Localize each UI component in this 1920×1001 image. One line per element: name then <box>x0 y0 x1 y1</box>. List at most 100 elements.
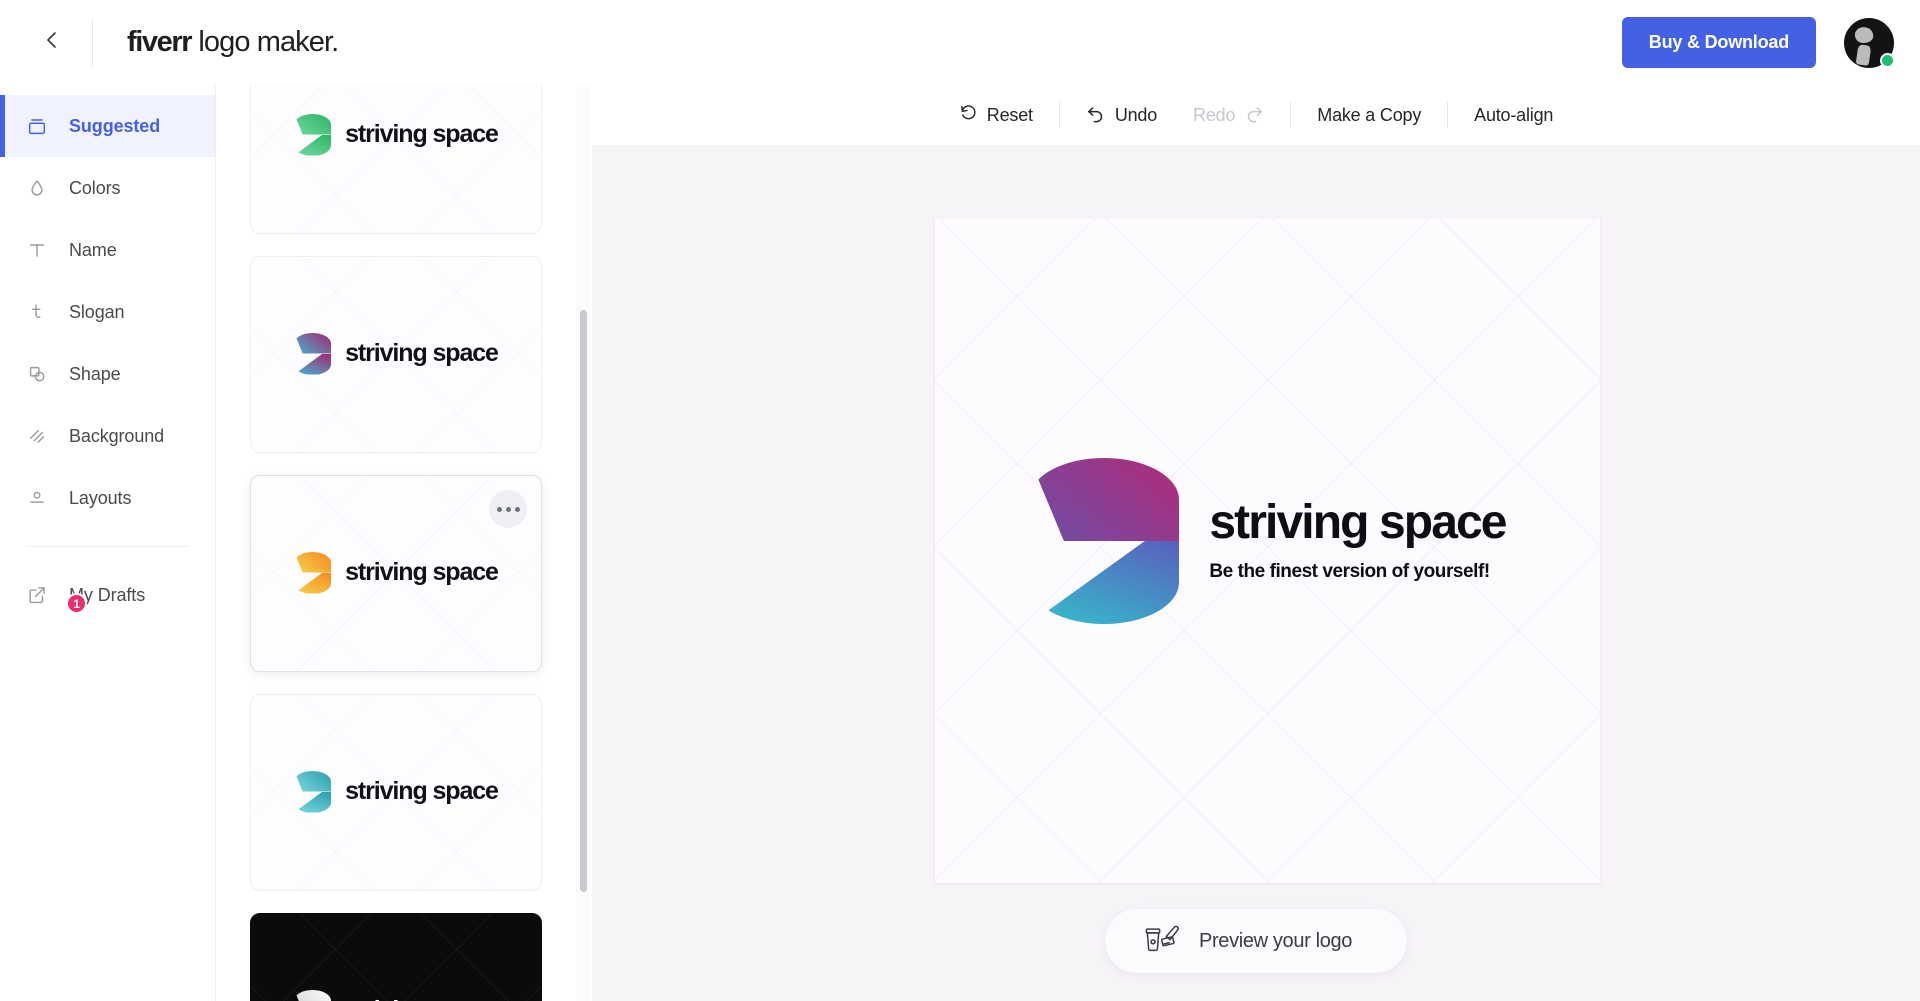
edit-square-icon: 1 <box>26 584 87 614</box>
logo-mark-top-half <box>294 332 332 354</box>
logo-composition[interactable]: striving space Be the finest version of … <box>935 458 1600 624</box>
logo-variation-card[interactable]: striving space <box>250 694 542 891</box>
sidebar-item-label: Shape <box>69 363 121 384</box>
buy-and-download-button[interactable]: Buy & Download <box>1621 17 1816 68</box>
logo-mark-icon <box>294 551 332 594</box>
logo-composition: striving space <box>294 551 499 594</box>
shapes-icon <box>26 363 52 385</box>
suggested-card-icon <box>26 115 52 137</box>
logo-composition: striving space <box>294 113 499 156</box>
logo-name-text: striving space <box>345 339 499 367</box>
brand-fiverr: fiverr <box>127 26 193 58</box>
logo-mark-top-half <box>294 113 332 135</box>
make-a-copy-button[interactable]: Make a Copy <box>1299 98 1439 133</box>
text-t-icon <box>26 239 52 261</box>
logo-text-block[interactable]: striving space Be the finest version of … <box>1209 499 1507 583</box>
logo-mark-icon <box>294 989 332 1001</box>
logo-name-text: striving space <box>345 996 499 1001</box>
layout-pin-icon <box>26 487 52 509</box>
brand-logo-maker: logo maker. <box>191 26 339 58</box>
editor-toolbar: Reset Undo Redo Make a Copy Auto-align <box>592 85 1920 145</box>
toolbar-divider <box>1290 102 1292 128</box>
logo-mark-top-half <box>294 770 332 792</box>
redo-arrow-icon <box>1244 103 1264 128</box>
logo-mark-bottom-half <box>294 572 332 594</box>
lowercase-t-icon <box>26 301 52 323</box>
sidebar-item-layouts[interactable]: Layouts <box>0 467 215 529</box>
reset-label: Reset <box>986 104 1033 125</box>
sidebar-item-label: Suggested <box>69 115 161 136</box>
logo-variation-card[interactable]: striving space <box>250 256 542 453</box>
diagonal-lines-icon <box>26 425 52 447</box>
sidebar-item-shape[interactable]: Shape <box>0 343 215 405</box>
logo-mark-bottom-half <box>294 353 332 375</box>
menu-dot <box>496 506 502 512</box>
logo-name-text[interactable]: striving space <box>1209 499 1507 547</box>
variation-menu-button[interactable] <box>489 490 527 528</box>
sidebar-item-label: Name <box>69 239 117 260</box>
toolbar-divider <box>1447 102 1449 128</box>
sidebar-item-my-drafts[interactable]: 1 My Drafts <box>0 564 215 626</box>
header-actions: Buy & Download <box>1621 17 1895 68</box>
logo-variation-card[interactable]: striving space <box>250 85 542 234</box>
online-status-dot <box>1880 52 1895 68</box>
logo-mark-bottom-half <box>1029 541 1180 624</box>
app-header: fiverr logo maker. Buy & Download <box>0 0 1920 85</box>
logo-mark-icon <box>294 770 332 813</box>
logo-mark-top-half <box>1029 458 1180 541</box>
reset-arrow-icon <box>959 103 978 127</box>
logo-composition: striving space <box>294 332 499 375</box>
auto-align-label: Auto-align <box>1474 104 1554 125</box>
drafts-count-badge: 1 <box>66 593 87 614</box>
logo-composition: striving space <box>294 989 499 1001</box>
logo-variation-list: striving space striving space striving spa… <box>250 85 542 1001</box>
toolbar-divider <box>1058 102 1060 128</box>
undo-label: Undo <box>1114 104 1158 125</box>
logo-name-text: striving space <box>345 777 499 805</box>
chevron-left-icon <box>40 28 64 57</box>
sidebar-item-label: Layouts <box>69 487 132 508</box>
logo-name-text: striving space <box>345 558 499 586</box>
preview-your-logo-button[interactable]: Preview your logo <box>1105 909 1407 973</box>
menu-dot <box>505 506 511 512</box>
fiverr-watermark-pattern <box>251 85 541 233</box>
auto-align-button[interactable]: Auto-align <box>1456 98 1571 133</box>
sidebar-item-label: Background <box>69 425 165 446</box>
sidebar-item-slogan[interactable]: Slogan <box>0 281 215 343</box>
logo-slogan-text[interactable]: Be the finest version of yourself! <box>1209 561 1505 583</box>
undo-button[interactable]: Undo <box>1068 96 1175 135</box>
sidebar-item-background[interactable]: Background <box>0 405 215 467</box>
logo-mark-bottom-half <box>294 791 332 813</box>
logo-mark-icon[interactable] <box>1029 458 1180 624</box>
logo-variation-card[interactable]: striving space <box>250 475 542 672</box>
header-divider <box>92 19 93 66</box>
user-avatar-button[interactable] <box>1844 17 1895 68</box>
logo-mark-top-half <box>294 989 332 1001</box>
app-brand-title: fiverr logo maker. <box>127 26 339 59</box>
logo-mark-icon <box>294 113 332 156</box>
logo-variation-card[interactable]: striving space <box>250 913 542 1001</box>
sidebar-item-name[interactable]: Name <box>0 219 215 281</box>
logo-composition: striving space <box>294 770 499 813</box>
logo-mark-bottom-half <box>294 134 332 156</box>
sidebar-item-suggested[interactable]: Suggested <box>0 95 215 157</box>
redo-button[interactable]: Redo <box>1175 96 1282 135</box>
sidebar-divider <box>26 546 189 547</box>
editor-stage: striving space Be the finest version of … <box>592 145 1920 1001</box>
thumbnail-scroll-thumb[interactable] <box>580 310 587 892</box>
fiverr-watermark-pattern <box>251 914 541 1001</box>
mug-and-pen-icon <box>1141 922 1183 961</box>
back-button[interactable] <box>26 17 78 69</box>
logo-name-text: striving space <box>345 120 499 148</box>
sidebar-item-label: Colors <box>69 177 121 198</box>
preview-label: Preview your logo <box>1199 929 1353 952</box>
logo-mark-top-half <box>294 551 332 573</box>
undo-arrow-icon <box>1086 103 1106 128</box>
left-sidebar: Suggested Colors Name Slogan Shape Backg… <box>0 85 216 1001</box>
sidebar-item-colors[interactable]: Colors <box>0 157 215 219</box>
reset-button[interactable]: Reset <box>941 96 1051 134</box>
make-a-copy-label: Make a Copy <box>1317 104 1422 125</box>
menu-dot <box>514 506 520 512</box>
logo-variations-panel: striving space striving space striving spa… <box>216 85 592 1001</box>
logo-canvas[interactable]: striving space Be the finest version of … <box>935 218 1600 883</box>
